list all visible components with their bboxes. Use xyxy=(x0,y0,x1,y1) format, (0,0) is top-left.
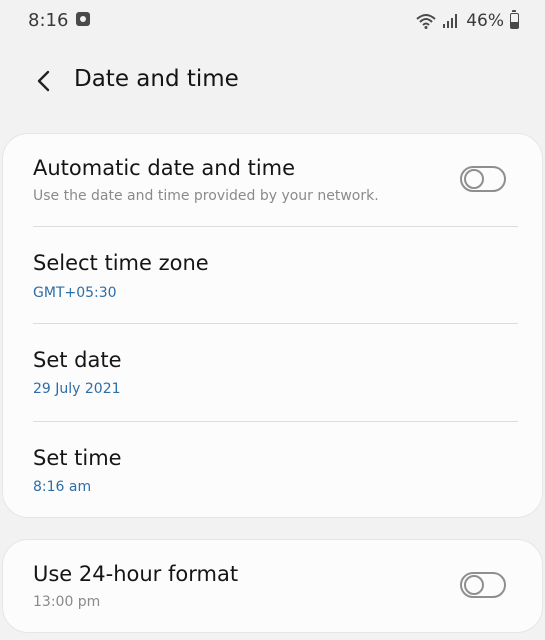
status-icons: 46% xyxy=(416,10,519,32)
battery-percent: 46% xyxy=(466,11,504,31)
status-time: 8:16 xyxy=(28,10,69,31)
back-arrow-icon xyxy=(37,70,50,92)
back-button[interactable] xyxy=(28,66,58,96)
notification-icon xyxy=(76,12,90,26)
status-bar: 8:16 46% xyxy=(0,0,545,44)
set-time-row[interactable]: Set time 8:16 am xyxy=(3,422,542,518)
date-value: 29 July 2021 xyxy=(33,381,121,397)
24-hour-format-row[interactable]: Use 24-hour format 13:00 pm xyxy=(3,540,542,634)
time-format-card: Use 24-hour format 13:00 pm xyxy=(2,539,543,633)
select-time-zone-label: Select time zone xyxy=(33,251,209,275)
toggle-knob xyxy=(464,169,484,189)
set-date-label: Set date xyxy=(33,348,122,372)
battery-icon xyxy=(510,10,519,29)
time-zone-value: GMT+05:30 xyxy=(33,285,117,301)
automatic-date-time-label: Automatic date and time xyxy=(33,156,296,180)
24-hour-format-label: Use 24-hour format xyxy=(33,562,239,586)
page-title: Date and time xyxy=(74,66,239,92)
24-hour-format-toggle[interactable] xyxy=(460,572,506,598)
toggle-knob xyxy=(464,575,484,595)
date-time-settings-card: Automatic date and time Use the date and… xyxy=(2,133,543,518)
set-date-row[interactable]: Set date 29 July 2021 xyxy=(3,324,542,420)
24-hour-format-example: 13:00 pm xyxy=(33,594,101,610)
time-value: 8:16 am xyxy=(33,479,92,495)
select-time-zone-row[interactable]: Select time zone GMT+05:30 xyxy=(3,227,542,323)
wifi-icon xyxy=(416,14,436,29)
set-time-label: Set time xyxy=(33,446,122,470)
automatic-date-time-description: Use the date and time provided by your n… xyxy=(33,188,379,204)
automatic-date-time-row[interactable]: Automatic date and time Use the date and… xyxy=(3,134,542,226)
automatic-date-time-toggle[interactable] xyxy=(460,166,506,192)
signal-icon xyxy=(443,14,458,28)
battery-level xyxy=(511,21,518,28)
app-bar: Date and time xyxy=(0,54,545,110)
